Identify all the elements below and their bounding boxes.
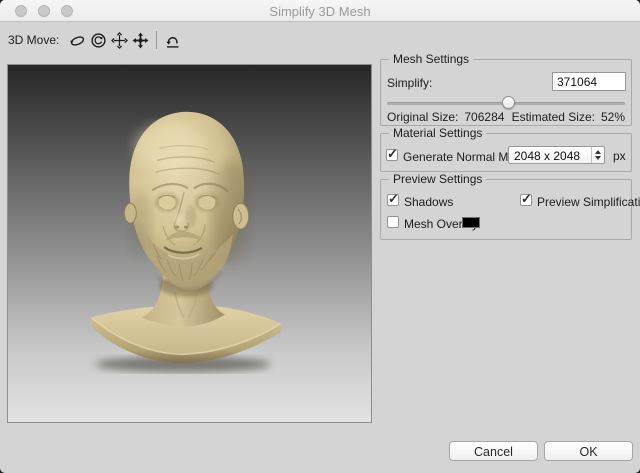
- ok-button[interactable]: OK: [544, 441, 633, 461]
- estimated-size-label: Estimated Size:: [511, 110, 595, 124]
- simplify-slider[interactable]: [387, 96, 625, 110]
- window-title: Simplify 3D Mesh: [269, 4, 371, 19]
- simplify-label: Simplify:: [387, 76, 433, 90]
- preview-settings-group: Preview Settings Shadows Preview Simplif…: [380, 172, 640, 240]
- preview-simplification-checkbox[interactable]: [520, 191, 532, 207]
- simplify-3d-mesh-dialog: Simplify 3D Mesh 3D Move: Mesh Settings …: [0, 0, 640, 473]
- mesh-settings-legend: Mesh Settings: [389, 52, 474, 66]
- preview-settings-legend: Preview Settings: [389, 172, 487, 186]
- 3d-mesh-preview-viewport[interactable]: [7, 64, 372, 423]
- reset-camera-icon[interactable]: [162, 30, 183, 51]
- shadows-label: Shadows: [404, 195, 454, 209]
- simplify-input[interactable]: [552, 72, 626, 91]
- 3d-bust-render: [91, 111, 281, 373]
- orbit-rotate-icon[interactable]: [67, 30, 88, 51]
- estimated-size-value: 52%: [600, 110, 625, 124]
- mesh-overlay-checkbox[interactable]: [387, 216, 399, 228]
- mesh-overlay-color-swatch[interactable]: [462, 217, 480, 228]
- 3d-move-label: 3D Move:: [8, 33, 60, 47]
- original-size-value: 706284: [464, 110, 505, 124]
- normal-map-size-value: 2048 x 2048: [514, 149, 581, 163]
- preview-simplification-label: Preview Simplification: [537, 195, 640, 209]
- stepper-arrows-icon[interactable]: [591, 147, 604, 163]
- normal-map-size-dropdown[interactable]: 2048 x 2048: [508, 146, 605, 164]
- shadows-checkbox[interactable]: [387, 191, 399, 207]
- 3d-move-toolbar: 3D Move:: [8, 28, 183, 52]
- title-bar: Simplify 3D Mesh: [0, 0, 640, 22]
- material-settings-group: Material Settings Generate Normal Map(s)…: [380, 126, 632, 172]
- toolbar-divider: [156, 31, 158, 49]
- generate-normal-map-checkbox[interactable]: [386, 146, 398, 162]
- original-size-label: Original Size:: [387, 110, 459, 124]
- simplify-slider-thumb[interactable]: [502, 96, 516, 109]
- material-settings-legend: Material Settings: [389, 126, 487, 140]
- slide-icon[interactable]: [130, 30, 151, 51]
- px-unit-label: px: [613, 149, 626, 163]
- roll-icon[interactable]: [88, 30, 109, 51]
- cancel-button[interactable]: Cancel: [449, 441, 538, 461]
- pan-icon[interactable]: [109, 30, 130, 51]
- mesh-settings-group: Mesh Settings Simplify: Original Size: 70…: [380, 52, 632, 126]
